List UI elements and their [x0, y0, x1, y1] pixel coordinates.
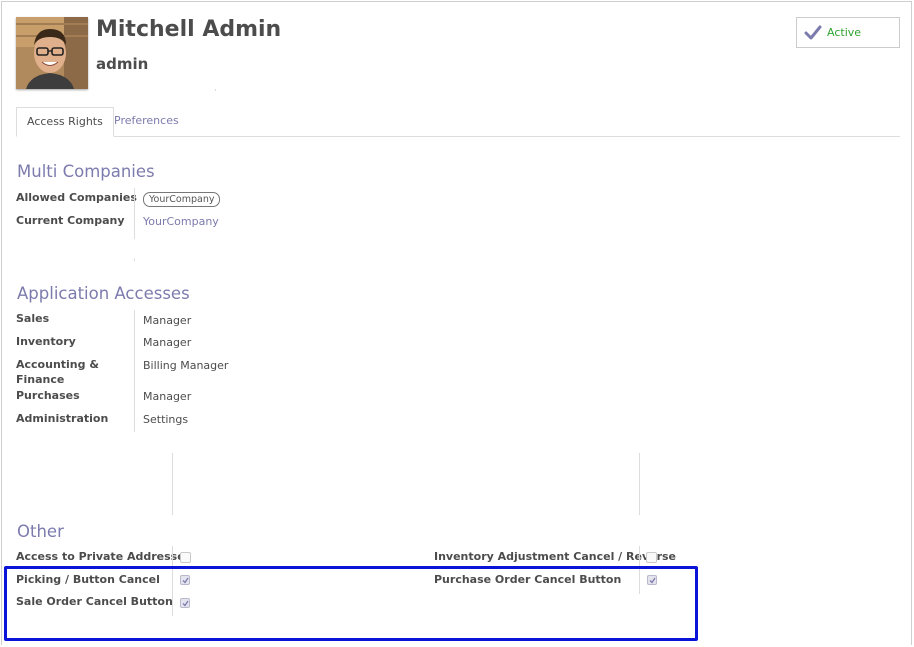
user-name[interactable]: Mitchell Admin [96, 17, 281, 42]
active-toggle-button[interactable]: Active [796, 17, 900, 48]
label-accounting: Accounting & Finance [16, 358, 99, 386]
section-title-other: Other [17, 522, 64, 541]
value-accounting[interactable]: Billing Manager [143, 359, 228, 372]
active-label: Active [827, 26, 862, 39]
user-login[interactable]: admin [96, 55, 148, 73]
label-inventory: Inventory [16, 335, 76, 348]
field-separator [134, 188, 135, 239]
label-current-company: Current Company [16, 214, 125, 227]
section-title-application-accesses: Application Accesses [17, 284, 190, 303]
allowed-company-tag[interactable]: YourCompany [143, 192, 221, 207]
highlight-box [4, 566, 698, 641]
check-icon [804, 25, 822, 45]
checkbox-private-addresses[interactable] [180, 552, 191, 563]
field-separator [134, 258, 135, 261]
section-title-multi-companies: Multi Companies [17, 162, 155, 181]
notebook-tabs: Access Rights Preferences [16, 107, 900, 137]
label-allowed-companies: Allowed Companies [16, 191, 137, 204]
user-avatar[interactable] [16, 17, 88, 89]
form-sheet: Mitchell Admin admin Active Access Right… [1, 1, 912, 645]
label-private-addresses: Access to Private Addresses [16, 550, 192, 563]
value-inventory[interactable]: Manager [143, 336, 191, 349]
label-sales: Sales [16, 312, 50, 325]
label-purchases: Purchases [16, 389, 80, 402]
tab-access-rights[interactable]: Access Rights [16, 107, 114, 137]
field-separator [639, 453, 640, 515]
value-sales[interactable]: Manager [143, 314, 191, 327]
field-separator [172, 453, 173, 515]
current-company-link[interactable]: YourCompany [143, 215, 219, 228]
label-administration: Administration [16, 412, 109, 425]
value-administration[interactable]: Settings [143, 413, 188, 426]
value-purchases[interactable]: Manager [143, 390, 191, 403]
field-separator [134, 310, 135, 432]
divider-dot [215, 89, 216, 91]
tab-preferences[interactable]: Preferences [104, 107, 189, 136]
checkbox-inventory-adjustment-cancel[interactable] [646, 552, 657, 563]
